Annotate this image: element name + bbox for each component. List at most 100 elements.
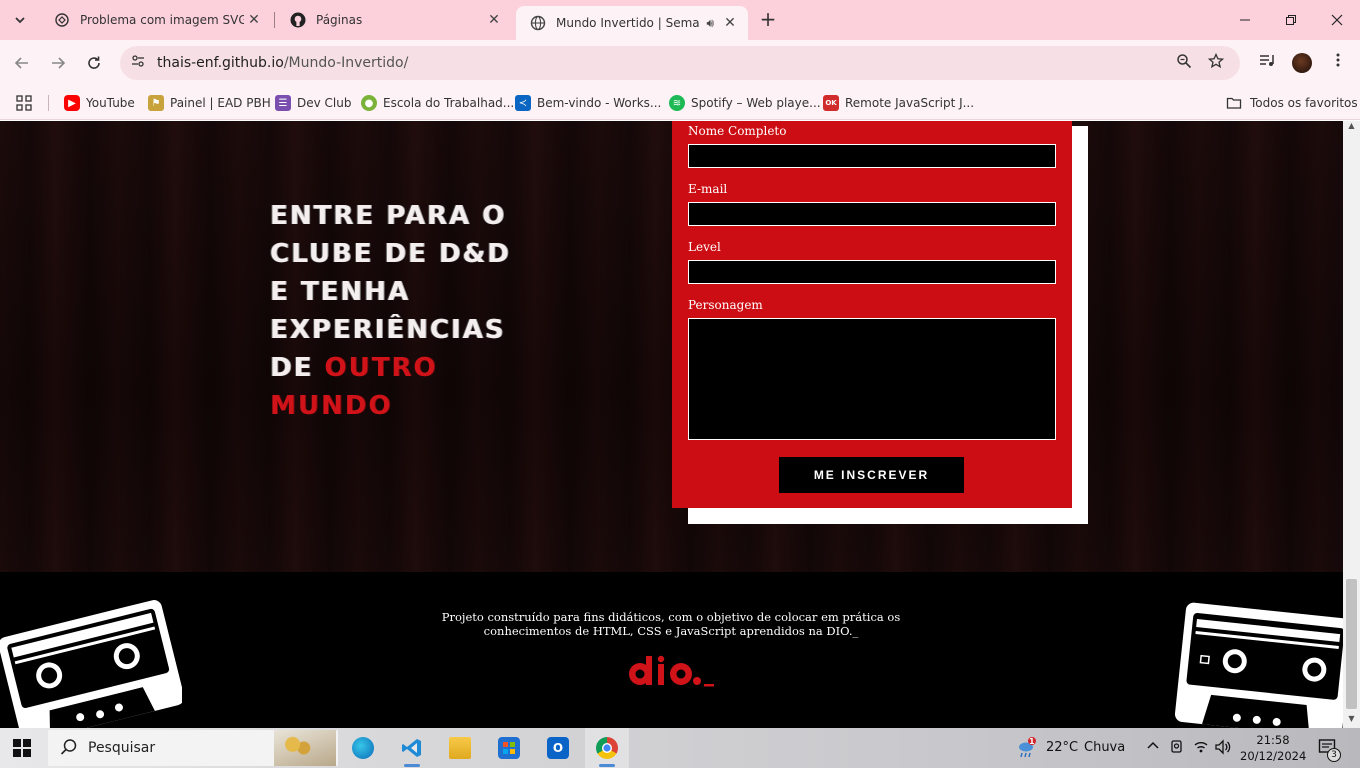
- url-host: thais-enf.github.io: [157, 55, 284, 71]
- youtube-icon: ▶: [64, 95, 80, 111]
- globe-icon: [530, 15, 546, 31]
- hero-section: Entre para o clube de D&D e tenha experi…: [0, 121, 1343, 572]
- dio-logo: [629, 655, 714, 687]
- close-icon[interactable]: ✕: [484, 12, 504, 28]
- scroll-thumb[interactable]: [1346, 579, 1357, 709]
- tab-problema-svg[interactable]: Problema com imagem SVG ✕: [40, 0, 272, 40]
- bookmark-escola-trabalhador[interactable]: ● Escola do Trabalhad...: [361, 92, 514, 114]
- bookmark-label: Spotify – Web playe...: [691, 96, 821, 110]
- taskbar-explorer[interactable]: [438, 728, 482, 768]
- taskbar-outlook[interactable]: O: [536, 728, 580, 768]
- bookmark-label: Bem-vindo - Works...: [537, 96, 662, 110]
- star-icon[interactable]: [1206, 52, 1226, 73]
- tab-mundo-invertido[interactable]: Mundo Invertido | Semana I 🔊︎ ✕: [516, 6, 748, 40]
- level-label: Level: [688, 240, 721, 254]
- tab-search-button[interactable]: [6, 6, 34, 34]
- headline-accent: mundo: [270, 391, 393, 421]
- bookmark-remote-js[interactable]: OK Remote JavaScript J...: [823, 92, 974, 114]
- taskbar-vscode[interactable]: [390, 728, 434, 768]
- tab-strip: Problema com imagem SVG ✕ Páginas ✕ Mund…: [0, 0, 1360, 40]
- taskbar-store[interactable]: [487, 728, 531, 768]
- scroll-down-icon[interactable]: ▼: [1343, 714, 1360, 728]
- wifi-icon[interactable]: [1192, 739, 1210, 757]
- address-bar[interactable]: thais-enf.github.io/Mundo-Invertido/: [120, 46, 1240, 80]
- reload-button[interactable]: [80, 49, 108, 77]
- tab-title: Mundo Invertido | Semana I: [556, 16, 700, 30]
- folder-icon: [1226, 97, 1242, 109]
- chatgpt-icon: [54, 12, 70, 28]
- profile-avatar[interactable]: [1292, 53, 1312, 73]
- bookmark-bem-vindo[interactable]: ≺ Bem-vindo - Works...: [515, 92, 661, 114]
- chrome-icon: [596, 737, 618, 759]
- kebab-menu-icon[interactable]: [1327, 52, 1349, 74]
- restore-button[interactable]: [1268, 0, 1314, 40]
- headline-line: experiências: [270, 315, 506, 345]
- headline-line: de outro: [270, 349, 570, 387]
- close-icon[interactable]: ✕: [244, 12, 264, 28]
- bookmark-label: Painel | EAD PBH: [170, 96, 271, 110]
- headline-line-text: de: [270, 353, 325, 383]
- windows-start-icon[interactable]: [12, 738, 32, 758]
- bookmark-label: Todos os favoritos: [1250, 96, 1358, 110]
- bookmark-separator: [48, 95, 49, 111]
- arrow-left-icon: [14, 57, 28, 69]
- close-icon[interactable]: ✕: [720, 15, 740, 31]
- bookmark-youtube[interactable]: ▶ YouTube: [64, 92, 135, 114]
- vscode-icon: [401, 737, 423, 759]
- minimize-icon: [1240, 19, 1250, 21]
- hero-headline: Entre para o clube de D&D e tenha experi…: [270, 197, 570, 425]
- apps-button[interactable]: [16, 92, 32, 114]
- volume-icon[interactable]: [1214, 739, 1232, 757]
- email-input[interactable]: [688, 202, 1056, 226]
- name-input[interactable]: [688, 144, 1056, 168]
- character-label: Personagem: [688, 298, 763, 312]
- clock-date: 20/12/2024: [1240, 749, 1307, 763]
- bookmark-label: Dev Club: [297, 96, 352, 110]
- footer-line: Projeto construído para fins didáticos, …: [441, 610, 901, 624]
- meet-now-icon[interactable]: [1168, 739, 1186, 757]
- bookmark-painel-ead[interactable]: ⚑ Painel | EAD PBH: [148, 92, 271, 114]
- forward-button[interactable]: [44, 49, 72, 77]
- weather-desc[interactable]: Chuva: [1084, 740, 1125, 755]
- weather-temp[interactable]: 22°C: [1046, 740, 1078, 755]
- url-text[interactable]: thais-enf.github.io/Mundo-Invertido/: [157, 55, 408, 71]
- bookmark-dev-club[interactable]: ☰ Dev Club: [275, 92, 351, 114]
- site-info-icon[interactable]: [128, 53, 148, 73]
- level-input[interactable]: [688, 260, 1056, 284]
- new-tab-button[interactable]: +: [756, 8, 780, 32]
- page-footer: Projeto construído para fins didáticos, …: [0, 572, 1343, 728]
- all-bookmarks-button[interactable]: Todos os favoritos: [1226, 92, 1358, 114]
- zoom-icon[interactable]: [1174, 53, 1194, 73]
- chevron-down-icon: [15, 17, 25, 24]
- devclub-icon: ☰: [275, 95, 291, 111]
- footer-line: conhecimentos de HTML, CSS e JavaScript …: [483, 624, 859, 638]
- bookmark-spotify[interactable]: ≋ Spotify – Web playe...: [669, 92, 821, 114]
- signup-form: Nome Completo E-mail Level Personagem Me…: [672, 121, 1072, 508]
- taskbar-edge[interactable]: [341, 728, 385, 768]
- chevron-up-icon[interactable]: [1144, 739, 1162, 757]
- spotify-icon: ≋: [669, 95, 685, 111]
- edge-icon: [352, 737, 374, 759]
- minimize-button[interactable]: [1222, 0, 1268, 40]
- tab-paginas[interactable]: Páginas ✕: [276, 0, 512, 40]
- page-scrollbar[interactable]: ▲ ▼: [1343, 121, 1360, 728]
- vscode-icon: ≺: [515, 95, 531, 111]
- back-button[interactable]: [8, 49, 36, 77]
- subscribe-button[interactable]: Me inscrever: [779, 457, 964, 493]
- bookmark-label: Escola do Trabalhad...: [383, 96, 515, 110]
- headline-line: Entre para o: [270, 201, 507, 231]
- folder-icon: [449, 737, 471, 759]
- email-label: E-mail: [688, 182, 728, 196]
- close-window-button[interactable]: [1314, 0, 1360, 40]
- taskbar-search[interactable]: Pesquisar: [48, 730, 338, 766]
- speaker-icon[interactable]: 🔊︎: [706, 16, 714, 31]
- character-textarea[interactable]: [688, 318, 1056, 440]
- pbh-icon: ⚑: [148, 95, 164, 111]
- media-control-icon[interactable]: [1256, 52, 1278, 74]
- windows-taskbar: Pesquisar O 1 22°C Chuva 21:58 20/12/202…: [0, 728, 1360, 768]
- url-path: /Mundo-Invertido/: [283, 55, 409, 71]
- scroll-up-icon[interactable]: ▲: [1343, 121, 1360, 135]
- taskbar-clock[interactable]: 21:58 20/12/2024: [1240, 732, 1306, 764]
- github-icon: [290, 12, 306, 28]
- taskbar-chrome[interactable]: [585, 728, 629, 768]
